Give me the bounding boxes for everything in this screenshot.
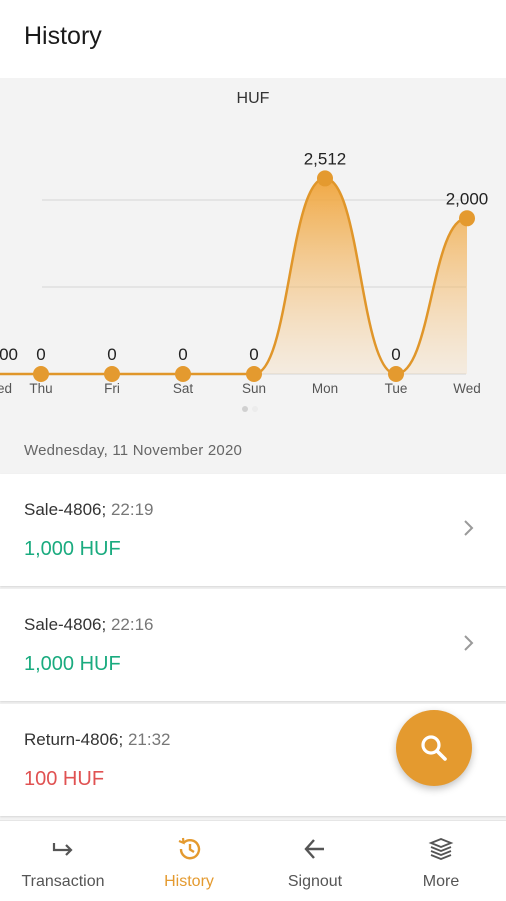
- layers-icon: [428, 838, 454, 860]
- nav-label: More: [422, 873, 460, 890]
- chevron-right-icon: [464, 520, 474, 536]
- transaction-time: 22:19: [110, 500, 154, 519]
- chart-svg: 00 0 0 0 02,51202,000 ed Thu Fri Sat Sun Mon Tue We…: [0, 149, 489, 396]
- date-header: Wednesday, 11 November 2020: [24, 442, 243, 459]
- x-tick-label: Mon: [312, 381, 338, 396]
- transaction-time: 21:32: [127, 730, 171, 749]
- transaction-ref: Return-4806; 21:32: [24, 730, 171, 749]
- search-fab-button[interactable]: [396, 710, 472, 786]
- x-tick-label: Sat: [173, 381, 194, 396]
- transaction-card[interactable]: Sale-4806; 22:19 1,000 HUF: [0, 474, 506, 586]
- data-label: 0: [249, 345, 258, 364]
- x-tick-label: Thu: [29, 381, 52, 396]
- nav-more[interactable]: More: [378, 821, 504, 901]
- nav-label: Transaction: [21, 873, 105, 890]
- page-title: History: [24, 22, 102, 50]
- transaction-card[interactable]: Sale-4806; 22:16 1,000 HUF: [0, 589, 506, 701]
- nav-history[interactable]: History: [126, 821, 252, 901]
- transaction-ref: Sale-4806; 22:19: [24, 500, 154, 519]
- transaction-time: 22:16: [110, 615, 154, 634]
- nav-transaction[interactable]: Transaction: [0, 821, 126, 901]
- transaction-ref: Sale-4806; 22:16: [24, 615, 154, 634]
- data-label: 0: [36, 345, 45, 364]
- data-point[interactable]: [388, 366, 404, 382]
- transaction-amount: 1,000 HUF: [24, 538, 121, 560]
- x-tick-label: Sun: [242, 381, 266, 396]
- transaction-amount: 1,000 HUF: [24, 653, 121, 675]
- data-label: 0: [107, 345, 116, 364]
- data-label: 2,000: [446, 189, 489, 208]
- data-label: 0: [178, 345, 187, 364]
- page-indicator[interactable]: [240, 406, 264, 414]
- search-icon: [421, 735, 447, 761]
- transaction-arrow-icon: [52, 843, 73, 856]
- x-tick-label: ed: [0, 381, 12, 396]
- data-label: 00: [0, 345, 18, 364]
- x-tick-label: Wed: [453, 381, 481, 396]
- history-clock-icon: [178, 837, 201, 860]
- x-tick-label: Tue: [385, 381, 408, 396]
- transaction-amount: 100 HUF: [24, 768, 105, 790]
- data-point[interactable]: [104, 366, 120, 382]
- data-label: 2,512: [304, 149, 347, 168]
- data-point[interactable]: [33, 366, 49, 382]
- data-point[interactable]: [459, 210, 475, 227]
- data-point[interactable]: [175, 366, 191, 382]
- bottom-navigation: Transaction History Signout More: [0, 820, 506, 901]
- data-point[interactable]: [246, 366, 262, 382]
- nav-signout[interactable]: Signout: [252, 821, 378, 901]
- x-tick-label: Fri: [104, 381, 120, 396]
- arrow-left-icon: [304, 839, 324, 859]
- nav-label: Signout: [287, 873, 343, 890]
- history-chart[interactable]: HUF 00 0 0 0 0 2,512 0 2,000 ed Thu Fri Sat Sun Mon T…: [0, 78, 506, 473]
- app-header: History: [0, 0, 506, 78]
- data-point[interactable]: [317, 170, 333, 187]
- data-label: 0: [391, 345, 400, 364]
- nav-label: History: [164, 873, 214, 890]
- chevron-right-icon: [464, 635, 474, 651]
